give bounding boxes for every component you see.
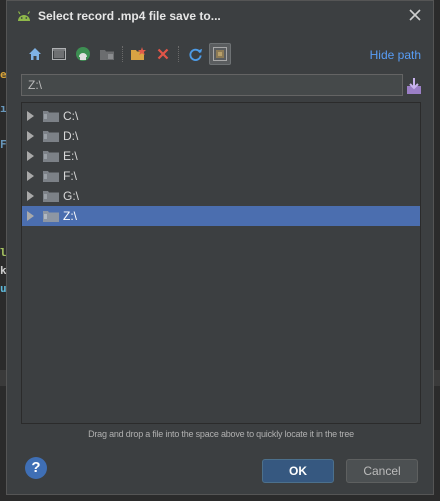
tree-item-label: D:\ [63,129,79,143]
title-bar: Select record .mp4 file save to... [7,1,433,31]
android-studio-icon [17,11,31,21]
expand-arrow-icon[interactable] [27,111,34,121]
path-input[interactable]: Z:\ [21,74,403,96]
module-icon [100,50,114,60]
tree-item-label: F:\ [63,169,77,183]
tree-item-drive-g[interactable]: G:\ [22,186,420,206]
new-folder-button[interactable] [128,43,150,65]
tree-item-label: E:\ [63,149,78,163]
drive-folder-icon [43,111,59,122]
file-system-tree[interactable]: C:\ D:\ E:\ F:\ G:\ Z:\ [21,102,421,424]
close-icon[interactable] [407,7,423,23]
home-icon [29,48,41,60]
cancel-button[interactable]: Cancel [346,459,418,483]
tree-item-drive-f[interactable]: F:\ [22,166,420,186]
android-project-icon [76,47,90,61]
tree-item-label: G:\ [63,189,80,203]
module-button[interactable] [96,43,118,65]
hide-path-link[interactable]: Hide path [370,48,421,62]
toolbar-separator [178,46,180,62]
file-chooser-dialog: Select record .mp4 file save to... Hide … [6,0,434,495]
ok-button[interactable]: OK [262,459,334,483]
show-hidden-icon [213,47,227,61]
tree-item-label: C:\ [63,109,79,123]
tree-item-drive-c[interactable]: C:\ [22,106,420,126]
dialog-title: Select record .mp4 file save to... [38,9,221,23]
project-button[interactable] [72,43,94,65]
home-button[interactable] [24,43,46,65]
drive-folder-icon [43,151,59,162]
refresh-button[interactable] [184,43,206,65]
drive-folder-icon [43,211,59,222]
drive-folder-icon [43,171,59,182]
expand-arrow-icon[interactable] [27,191,34,201]
tree-item-drive-d[interactable]: D:\ [22,126,420,146]
expand-arrow-icon[interactable] [27,151,34,161]
toolbar-separator [122,46,124,62]
path-history-icon[interactable] [406,77,422,95]
expand-arrow-icon[interactable] [27,131,34,141]
help-button[interactable]: ? [25,457,47,479]
refresh-icon [189,48,202,61]
tree-item-label: Z:\ [63,209,77,223]
file-chooser-toolbar [24,43,254,67]
background-editor-strip [434,370,440,386]
desktop-icon [52,48,66,60]
tree-item-drive-e[interactable]: E:\ [22,146,420,166]
delete-icon [157,48,169,60]
show-hidden-files-toggle[interactable] [209,43,231,65]
drive-folder-icon [43,131,59,142]
drive-folder-icon [43,191,59,202]
desktop-button[interactable] [48,43,70,65]
new-folder-icon [131,47,146,60]
expand-arrow-icon[interactable] [27,211,34,221]
delete-button[interactable] [152,43,174,65]
drag-drop-hint: Drag and drop a file into the space abov… [88,429,354,439]
tree-item-drive-z[interactable]: Z:\ [22,206,420,226]
expand-arrow-icon[interactable] [27,171,34,181]
